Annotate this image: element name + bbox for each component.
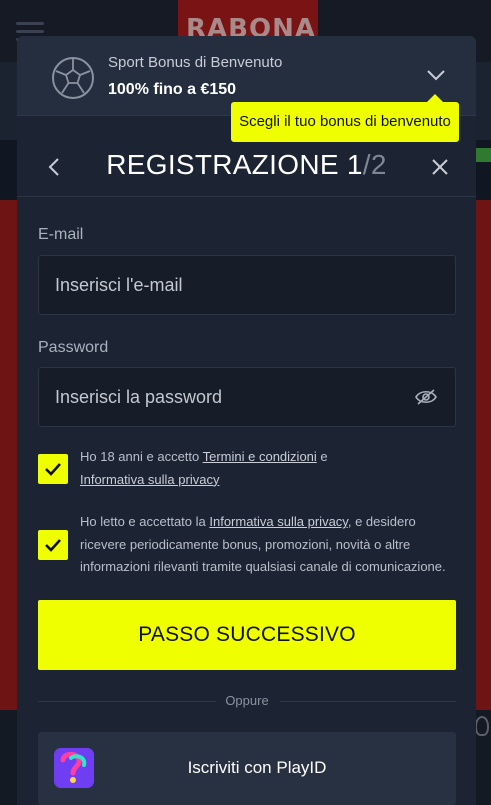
age-consent-checkbox[interactable] — [38, 454, 68, 484]
header-divider — [17, 196, 476, 197]
title-main: REGISTRAZIONE 1 — [106, 149, 363, 180]
bonus-tooltip: Scegli il tuo bonus di benvenuto — [231, 94, 459, 142]
registration-modal: Sport Bonus di Benvenuto 100% fino a €15… — [17, 36, 476, 805]
terms-link[interactable]: Termini e condizioni — [203, 449, 317, 464]
privacy-link-2[interactable]: Informativa sulla privacy — [209, 514, 347, 529]
or-divider: Oppure — [38, 691, 456, 711]
password-field-container — [38, 367, 456, 427]
close-icon[interactable] — [431, 158, 449, 176]
bonus-title: Sport Bonus di Benvenuto — [108, 54, 283, 71]
bonus-amount: 100% fino a €150 — [108, 81, 237, 98]
title-step-total: /2 — [362, 149, 387, 180]
marketing-consent-checkbox[interactable] — [38, 530, 68, 560]
privacy-link[interactable]: Informativa sulla privacy — [80, 472, 219, 487]
next-step-button[interactable]: PASSO SUCCESSIVO — [38, 600, 456, 670]
playid-signup-button[interactable]: Iscriviti con PlayID — [38, 732, 456, 805]
checkmark-icon — [45, 463, 61, 476]
marketing-consent-prefix: Ho letto e accettato la — [80, 514, 210, 529]
eye-slash-icon[interactable] — [415, 388, 437, 406]
email-field-container — [38, 255, 456, 315]
fire-icon — [475, 716, 489, 736]
checkmark-icon — [45, 539, 61, 552]
or-label: Oppure — [225, 693, 269, 708]
age-consent-text: Ho 18 anni e accetto Termini e condizion… — [80, 446, 450, 491]
chevron-down-icon[interactable] — [426, 68, 446, 82]
password-label: Password — [38, 339, 109, 356]
email-label: E-mail — [38, 226, 84, 243]
password-field[interactable] — [39, 368, 455, 426]
soccer-ball-icon — [52, 57, 94, 99]
age-consent-prefix: Ho 18 anni e accetto — [80, 449, 203, 464]
page-title: REGISTRAZIONE 1/2 — [17, 149, 476, 181]
email-field[interactable] — [39, 256, 455, 314]
age-consent-middle: e — [316, 449, 328, 464]
playid-label: Iscriviti con PlayID — [187, 758, 327, 777]
marketing-consent-text: Ho letto e accettato la Informativa sull… — [80, 511, 450, 579]
